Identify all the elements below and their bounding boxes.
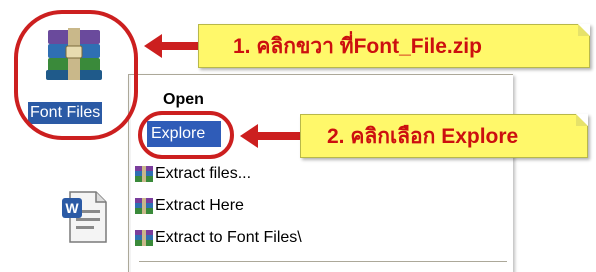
desktop-icon-word-document[interactable]: W <box>60 186 112 246</box>
highlight-ring-explore <box>138 111 234 159</box>
svg-text:W: W <box>65 200 79 216</box>
menu-item-label: Extract files... <box>155 165 252 182</box>
menu-item-label: Extract Here <box>155 197 244 214</box>
menu-separator <box>139 261 507 262</box>
callout-step-2: 2. คลิกเลือก Explore <box>300 114 588 158</box>
highlight-ring-icon <box>14 10 138 140</box>
screenshot-stage: Font Files W Open Explore Extract files.… <box>0 0 596 272</box>
menu-item-label: Open <box>163 91 204 108</box>
word-document-icon: W <box>62 191 107 243</box>
callout-step-1: 1. คลิกขวา ที่Font_File.zip <box>198 24 590 68</box>
winrar-books-icon <box>135 166 153 182</box>
menu-item-label: Extract to Font Files\ <box>155 229 302 246</box>
winrar-books-icon <box>135 198 153 214</box>
winrar-books-icon <box>135 230 153 246</box>
context-menu: Open Explore Extract files... Extract He… <box>128 74 513 272</box>
